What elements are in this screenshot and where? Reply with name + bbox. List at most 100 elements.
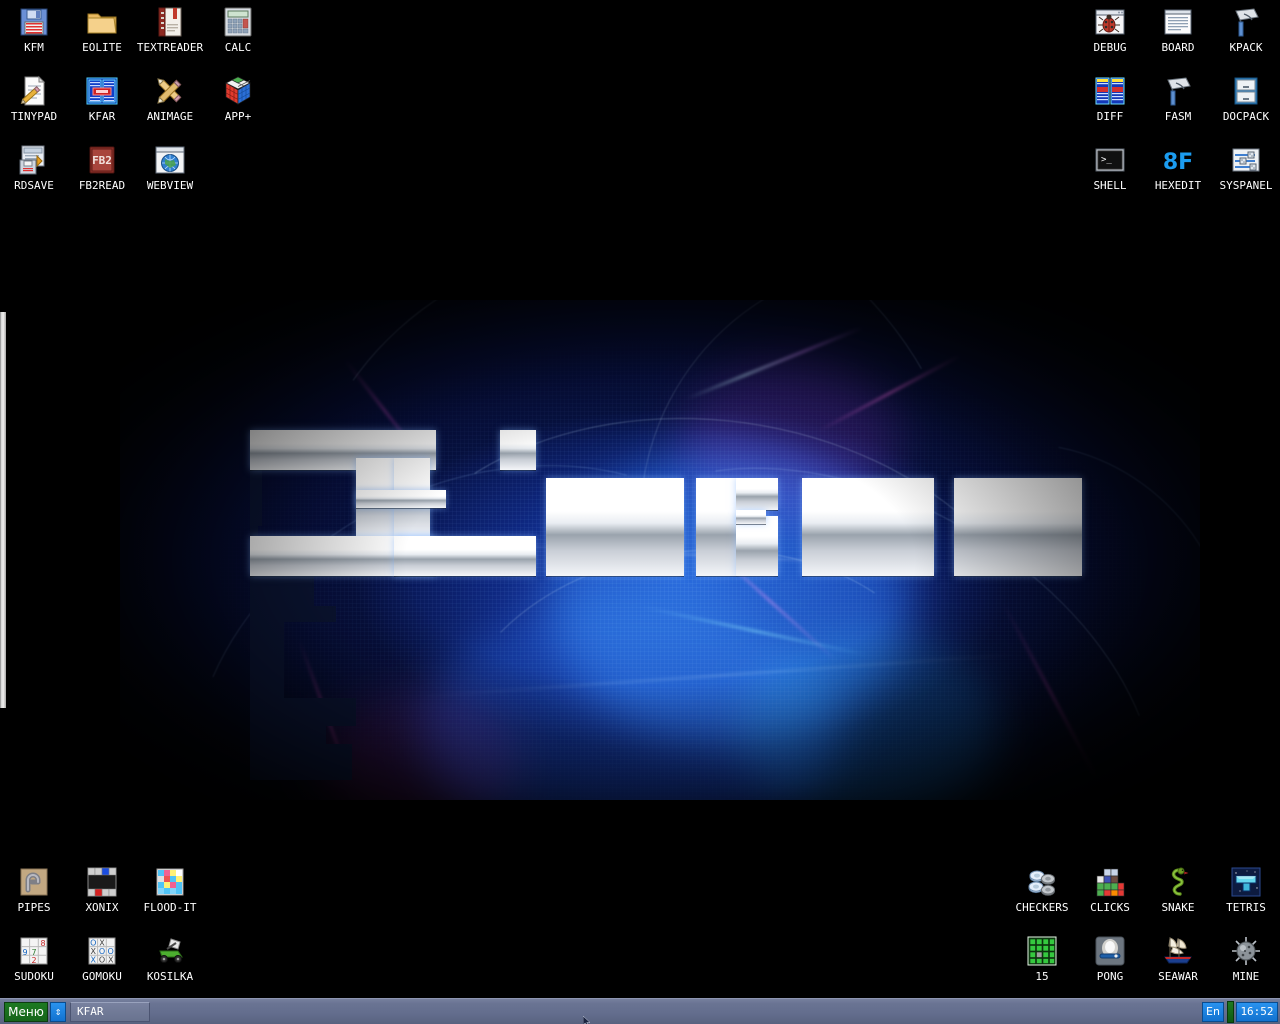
desktop-icon-label: APP+ — [224, 110, 252, 123]
svg-text:>_: >_ — [1101, 155, 1112, 165]
desktop-icon-tinypad[interactable]: TINYPAD — [0, 75, 68, 123]
desktop-icon-sudoku[interactable]: 8 9 7 2 SUDOKU — [0, 935, 68, 983]
wallpaper-logo — [250, 430, 1082, 780]
desktop-icon-syspanel[interactable]: SYSPANEL — [1212, 144, 1280, 192]
notepad-pencil-icon — [18, 75, 50, 107]
taskbar: Меню ⇕ KFAR En 16:52 — [0, 998, 1280, 1024]
svg-text:2: 2 — [31, 956, 36, 965]
desktop-icon-kfar[interactable]: KFAR — [68, 75, 136, 123]
desktop-icon-calc[interactable]: CALC — [204, 6, 272, 54]
desktop: KFM EOLITE TEXTREADER CALC TINYPAD KFAR ANIMAG… — [0, 0, 1280, 1024]
desktop-icon-label: CALC — [224, 41, 252, 54]
desktop-icon-label: DEBUG — [1093, 41, 1127, 54]
taskbar-item-kfar[interactable]: KFAR — [70, 1002, 150, 1022]
calculator-icon — [222, 6, 254, 38]
desktop-icon-debug[interactable]: DEBUG — [1076, 6, 1144, 54]
start-menu-button[interactable]: Меню — [4, 1002, 48, 1022]
svg-text:X: X — [91, 947, 97, 956]
desktop-icon-label: SYSPANEL — [1219, 179, 1273, 192]
minesweeper-mine-icon — [1230, 935, 1262, 967]
checkers-pieces-icon — [1026, 866, 1058, 898]
snake-icon — [1162, 866, 1194, 898]
desktop-icon-snake[interactable]: SNAKE — [1144, 866, 1212, 914]
svg-text:8: 8 — [40, 939, 45, 948]
file-cabinet-icon — [1230, 75, 1262, 107]
desktop-icon-flood-it[interactable]: FLOOD-IT — [136, 866, 204, 914]
svg-text:X: X — [91, 956, 97, 965]
desktop-icon-textreader[interactable]: TEXTREADER — [136, 6, 204, 54]
desktop-icon-label: XONIX — [85, 901, 119, 914]
sailing-ship-icon — [1162, 935, 1194, 967]
desktop-icon-clicks[interactable]: CLICKS — [1076, 866, 1144, 914]
desktop-icon-animage[interactable]: ANIMAGE — [136, 75, 204, 123]
desktop-wallpaper — [120, 300, 1200, 800]
desktop-icon-label: 15 — [1035, 970, 1049, 983]
desktop-icon-kpack[interactable]: KPACK — [1212, 6, 1280, 54]
desktop-icon-hexedit[interactable]: 8F HEXEDIT — [1144, 144, 1212, 192]
text-window-icon — [1162, 6, 1194, 38]
sudoku-grid-icon: 8972 — [18, 935, 50, 967]
desktop-icon-label: PIPES — [17, 901, 51, 914]
file-manager-icon — [86, 75, 118, 107]
desktop-icon-xonix[interactable]: XONIX — [68, 866, 136, 914]
tetris-t-icon — [1230, 866, 1262, 898]
svg-text:X: X — [99, 939, 105, 948]
desktop-icon-label: PONG — [1096, 970, 1124, 983]
desktop-icon-label: SNAKE — [1161, 901, 1195, 914]
desktop-icon-rdsave[interactable]: RDSAVE — [0, 144, 68, 192]
desktop-icon-label: KPACK — [1229, 41, 1263, 54]
desktop-icon-label: DIFF — [1096, 110, 1124, 123]
desktop-icon-fb2read[interactable]: FB2 FB2READ — [68, 144, 136, 192]
svg-text:9: 9 — [22, 948, 27, 957]
desktop-icon-pipes[interactable]: PIPES — [0, 866, 68, 914]
desktop-icon-label: SEAWAR — [1158, 970, 1198, 983]
desktop-icon-fasm[interactable]: FASM — [1144, 75, 1212, 123]
pencil-ruler-icon — [154, 75, 186, 107]
desktop-icon-label: GOMOKU — [82, 970, 122, 983]
desktop-icon-label: TETRIS — [1226, 901, 1266, 914]
desktop-icon-label: FASM — [1164, 110, 1192, 123]
svg-text:X: X — [108, 956, 114, 965]
desktop-icon-shell[interactable]: >_ SHELL — [1076, 144, 1144, 192]
desktop-icon-kosilka[interactable]: KOSILKA — [136, 935, 204, 983]
desktop-icon-label: RDSAVE — [14, 179, 54, 192]
language-indicator[interactable]: En — [1202, 1002, 1224, 1022]
desktop-icon-tetris[interactable]: TETRIS — [1212, 866, 1280, 914]
desktop-icon-checkers[interactable]: CHECKERS — [1008, 866, 1076, 914]
diff-table-icon — [1094, 75, 1126, 107]
desktop-icon-label: BOARD — [1161, 41, 1195, 54]
desktop-icon-label: MINE — [1232, 970, 1260, 983]
desktop-icon-app-[interactable]: APP+ — [204, 75, 272, 123]
desktop-icon-webview[interactable]: WEBVIEW — [136, 144, 204, 192]
desktop-icon-label: SUDOKU — [14, 970, 54, 983]
pong-paddle-icon — [1094, 935, 1126, 967]
ramdisk-save-icon — [18, 144, 50, 176]
desktop-icon-diff[interactable]: DIFF — [1076, 75, 1144, 123]
svg-text:8F: 8F — [1163, 150, 1193, 175]
desktop-icon-gomoku[interactable]: O O O X X X O X GOMOKU — [68, 935, 136, 983]
minimize-all-button[interactable]: ⇕ — [50, 1002, 66, 1022]
globe-window-icon — [154, 144, 186, 176]
desktop-icon-mine[interactable]: MINE — [1212, 935, 1280, 983]
desktop-icon-label: FLOOD-IT — [143, 901, 197, 914]
hex-8f-icon: 8F — [1162, 144, 1194, 176]
taskbar-clock[interactable]: 16:52 — [1236, 1002, 1278, 1022]
desktop-icon-label: FB2READ — [78, 179, 126, 192]
desktop-icon-pong[interactable]: PONG — [1076, 935, 1144, 983]
floppy-disk-icon — [18, 6, 50, 38]
desktop-icon-label: TINYPAD — [10, 110, 58, 123]
desktop-icon-eolite[interactable]: EOLITE — [68, 6, 136, 54]
desktop-icon-board[interactable]: BOARD — [1144, 6, 1212, 54]
desktop-icon-15[interactable]: 15 — [1008, 935, 1076, 983]
desktop-icon-label: KFAR — [88, 110, 116, 123]
desktop-icon-label: ANIMAGE — [146, 110, 194, 123]
mouse-cursor — [583, 1016, 591, 1024]
desktop-icon-seawar[interactable]: SEAWAR — [1144, 935, 1212, 983]
folder-icon — [86, 6, 118, 38]
desktop-icon-docpack[interactable]: DOCPACK — [1212, 75, 1280, 123]
desktop-icon-label: TEXTREADER — [136, 41, 204, 54]
desktop-icon-kfm[interactable]: KFM — [0, 6, 68, 54]
left-edge-panel[interactable] — [0, 312, 6, 708]
svg-text:FB2: FB2 — [92, 154, 112, 167]
tictactoe-icon: OOOXXXOX — [86, 935, 118, 967]
